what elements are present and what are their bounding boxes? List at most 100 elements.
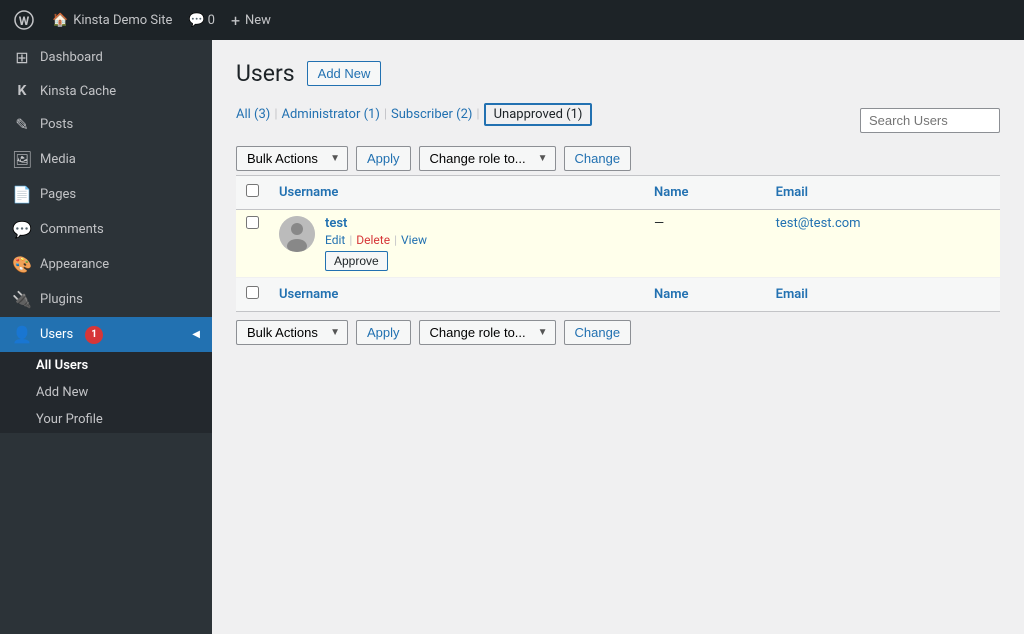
sidebar-item-label: Comments xyxy=(40,222,104,237)
site-name-item[interactable]: 🏠 Kinsta Demo Site xyxy=(52,13,172,28)
user-email[interactable]: test@test.com xyxy=(776,216,861,231)
email-cell: test@test.com xyxy=(766,210,1000,278)
page-header: Users Add New xyxy=(236,60,1000,87)
sidebar-item-kinsta-cache[interactable]: K Kinsta Cache xyxy=(0,75,212,107)
header-email[interactable]: Email xyxy=(766,176,1000,210)
posts-icon: ✎ xyxy=(12,115,32,134)
table-header-row: Username Name Email xyxy=(236,176,1000,210)
dashboard-icon: ⊞ xyxy=(12,48,32,67)
sidebar-item-pages[interactable]: 📄 Pages xyxy=(0,177,212,212)
appearance-icon: 🎨 xyxy=(12,255,32,274)
bulk-actions-wrapper-top: Bulk Actions ▼ xyxy=(236,146,348,171)
new-topbar-item[interactable]: + New xyxy=(231,11,271,30)
view-action[interactable]: View xyxy=(401,233,427,247)
comments-icon: 💬 xyxy=(12,220,32,239)
approve-button[interactable]: Approve xyxy=(325,251,388,271)
username-text[interactable]: test xyxy=(325,216,427,231)
sidebar-subitem-your-profile[interactable]: Your Profile xyxy=(36,406,212,433)
filter-subscriber[interactable]: Subscriber (2) xyxy=(391,107,472,122)
change-role-select-top[interactable]: Change role to... xyxy=(419,146,556,171)
sidebar-item-label: Users xyxy=(40,327,73,342)
header-username[interactable]: Username xyxy=(269,176,644,210)
sidebar-item-comments[interactable]: 💬 Comments xyxy=(0,212,212,247)
page-content: Users Add New All (3) | Administrator (1… xyxy=(212,40,1024,634)
add-new-label: Add New xyxy=(36,385,88,400)
sidebar-item-appearance[interactable]: 🎨 Appearance xyxy=(0,247,212,282)
sidebar-item-label: Kinsta Cache xyxy=(40,84,116,99)
change-button-bottom[interactable]: Change xyxy=(564,320,632,345)
apply-button-top[interactable]: Apply xyxy=(356,146,411,171)
site-name-text: Kinsta Demo Site xyxy=(73,13,172,28)
add-new-button[interactable]: Add New xyxy=(307,61,382,86)
filter-row: All (3) | Administrator (1) | Subscriber… xyxy=(236,103,1000,138)
plugins-icon: 🔌 xyxy=(12,290,32,309)
user-details: test Edit | Delete | View Approve xyxy=(325,216,427,271)
kinsta-icon: K xyxy=(12,83,32,99)
sidebar-subitem-add-new[interactable]: Add New xyxy=(36,379,212,406)
new-label: New xyxy=(245,13,271,28)
sidebar-item-label: Plugins xyxy=(40,292,83,307)
search-users-input[interactable] xyxy=(860,108,1000,133)
change-role-select-bottom[interactable]: Change role to... xyxy=(419,320,556,345)
sidebar-item-posts[interactable]: ✎ Posts xyxy=(0,107,212,142)
sidebar-item-label: Media xyxy=(40,152,76,167)
footer-name[interactable]: Name xyxy=(644,278,766,312)
edit-action[interactable]: Edit xyxy=(325,233,345,247)
change-role-wrapper-top: Change role to... ▼ xyxy=(419,146,556,171)
users-icon: 👤 xyxy=(12,325,32,344)
footer-username[interactable]: Username xyxy=(269,278,644,312)
footer-email[interactable]: Email xyxy=(766,278,1000,312)
comments-count: 0 xyxy=(208,13,215,28)
sidebar-item-users[interactable]: 👤 Users 1 ◀ xyxy=(0,317,212,352)
pages-icon: 📄 xyxy=(12,185,32,204)
name-cell: — xyxy=(644,210,766,278)
filter-unapproved[interactable]: Unapproved (1) xyxy=(484,103,593,126)
bulk-actions-select-bottom[interactable]: Bulk Actions xyxy=(236,320,348,345)
comment-bubble-icon: 💬 xyxy=(188,13,204,28)
user-row-actions: Edit | Delete | View xyxy=(325,233,427,247)
filter-links: All (3) | Administrator (1) | Subscriber… xyxy=(236,103,592,126)
change-button-top[interactable]: Change xyxy=(564,146,632,171)
row-checkbox[interactable] xyxy=(246,216,259,229)
table-row: test Edit | Delete | View Approve xyxy=(236,210,1000,278)
sidebar-item-plugins[interactable]: 🔌 Plugins xyxy=(0,282,212,317)
users-table: Username Name Email xyxy=(236,175,1000,312)
filter-administrator[interactable]: Administrator (1) xyxy=(282,107,380,122)
sidebar-item-label: Appearance xyxy=(40,257,109,272)
select-all-checkbox-bottom[interactable] xyxy=(246,286,259,299)
page-title: Users xyxy=(236,60,295,87)
top-toolbar: Bulk Actions ▼ Apply Change role to... ▼… xyxy=(236,146,1000,171)
filter-all[interactable]: All (3) xyxy=(236,107,270,122)
user-name-cell: test Edit | Delete | View Approve xyxy=(279,216,634,271)
svg-text:W: W xyxy=(19,14,30,28)
header-checkbox-col xyxy=(236,176,269,210)
main-layout: ⊞ Dashboard K Kinsta Cache ✎ Posts 🖼 Med… xyxy=(0,40,1024,634)
sidebar-item-label: Posts xyxy=(40,117,73,132)
house-icon: 🏠 xyxy=(52,13,68,28)
user-name-value: — xyxy=(654,216,664,231)
table-footer-header-row: Username Name Email xyxy=(236,278,1000,312)
users-submenu: All Users Add New Your Profile xyxy=(0,352,212,433)
apply-button-bottom[interactable]: Apply xyxy=(356,320,411,345)
admin-topbar: W 🏠 Kinsta Demo Site 💬 0 + New xyxy=(0,0,1024,40)
change-role-wrapper-bottom: Change role to... ▼ xyxy=(419,320,556,345)
bulk-actions-select-top[interactable]: Bulk Actions xyxy=(236,146,348,171)
avatar xyxy=(279,216,315,252)
footer-checkbox-col xyxy=(236,278,269,312)
username-cell: test Edit | Delete | View Approve xyxy=(269,210,644,278)
media-icon: 🖼 xyxy=(12,150,32,169)
sidebar-item-media[interactable]: 🖼 Media xyxy=(0,142,212,177)
bottom-toolbar: Bulk Actions ▼ Apply Change role to... ▼… xyxy=(236,320,1000,345)
comments-topbar[interactable]: 💬 0 xyxy=(188,13,215,28)
header-name[interactable]: Name xyxy=(644,176,766,210)
sidebar-item-dashboard[interactable]: ⊞ Dashboard xyxy=(0,40,212,75)
row-checkbox-cell xyxy=(236,210,269,278)
delete-action[interactable]: Delete xyxy=(356,233,390,247)
sidebar-item-label: Dashboard xyxy=(40,50,103,65)
approve-btn-cell: Approve xyxy=(325,247,427,271)
sidebar-subitem-all-users[interactable]: All Users xyxy=(36,352,212,379)
wp-logo[interactable]: W xyxy=(12,8,36,32)
sidebar-item-label: Pages xyxy=(40,187,76,202)
users-arrow-icon: ◀ xyxy=(192,329,200,340)
select-all-checkbox[interactable] xyxy=(246,184,259,197)
